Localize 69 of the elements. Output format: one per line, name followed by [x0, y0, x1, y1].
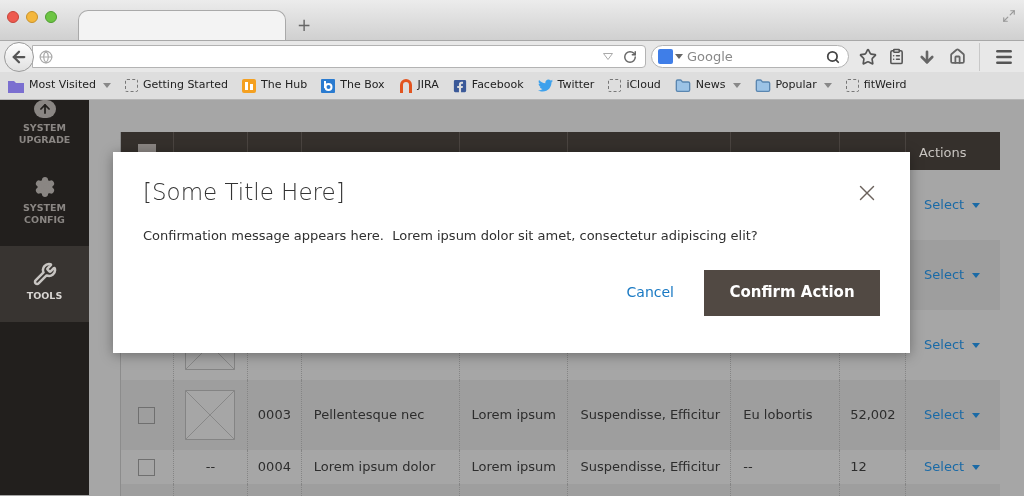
new-tab-button[interactable]: +	[297, 17, 312, 34]
star-icon[interactable]	[859, 47, 877, 66]
globe-icon	[39, 49, 53, 64]
caret-icon	[972, 342, 981, 348]
caret-icon	[675, 54, 683, 59]
table-cell-text: Pellentesque nec	[313, 406, 425, 425]
sidebar-item[interactable]: SYSTEM UPGRADE	[0, 100, 89, 152]
bookmark-item[interactable]: Most Visited	[8, 77, 111, 94]
search-field[interactable]: Google	[687, 46, 826, 67]
table-cell-text: 52,002	[850, 406, 896, 425]
bookmark-item[interactable]: The Hub	[242, 77, 308, 94]
back-button[interactable]	[4, 41, 34, 72]
dialog-title: [Some Title Here]	[143, 178, 345, 207]
table-cell-text: 12	[850, 458, 867, 477]
folder-icon	[8, 78, 24, 93]
row-checkbox[interactable]	[138, 406, 156, 424]
home-icon[interactable]	[949, 48, 966, 65]
table-cell-text: Suspendisse, Efficitur	[580, 458, 721, 477]
confirm-button[interactable]: Confirm Action	[704, 269, 880, 316]
table-cell-text: --	[743, 458, 753, 477]
caret-icon	[972, 412, 981, 418]
bookmark-item[interactable]: Getting Started	[124, 77, 228, 94]
table-cell-text: Lorem ipsum	[471, 406, 556, 425]
thumbnail-text: --	[205, 458, 216, 477]
search-box[interactable]: Google	[651, 45, 849, 68]
bookmark-item[interactable]: fitWeird	[845, 77, 907, 94]
folder-icon	[754, 77, 771, 94]
table-cell-text: 0004	[257, 458, 291, 477]
bookmark-item[interactable]: Twitter	[537, 77, 595, 94]
close-window-button[interactable]	[7, 11, 19, 23]
tools-icon	[32, 262, 57, 286]
caret-icon	[102, 83, 111, 88]
column-header[interactable]: Actions	[906, 132, 1000, 170]
box-logo-icon	[321, 78, 336, 93]
table-cell-text: Eu lobortis	[743, 406, 813, 425]
settings-icon	[33, 176, 56, 198]
table-cell-text: Suspendisse, Efficitur	[580, 406, 721, 425]
table-cell-text: 0003	[257, 406, 291, 425]
dashed-square-icon	[124, 79, 138, 92]
clipboard-icon[interactable]	[888, 48, 905, 65]
bookmark-item[interactable]: Popular	[754, 77, 832, 94]
bookmark-item[interactable]: The Box	[321, 77, 385, 94]
sidebar-item[interactable]: TOOLS	[0, 246, 89, 322]
bookmark-item[interactable]: iCloud	[608, 77, 661, 94]
caret-icon	[972, 202, 981, 208]
bookmark-item[interactable]: News	[674, 77, 741, 94]
search-icon[interactable]	[826, 49, 840, 64]
caret-icon	[732, 83, 741, 88]
dashed-square-icon	[845, 79, 859, 92]
tiles-icon	[242, 78, 256, 93]
table-cell-text: Lorem ipsum dolor	[313, 458, 436, 477]
table-cell-text: Lorem ipsum	[471, 458, 556, 477]
reload-icon[interactable]	[623, 49, 637, 64]
bird-icon	[537, 78, 553, 93]
row-checkbox[interactable]	[138, 458, 156, 476]
dialog-message: Confirmation message appears here. Lorem ipsum dolor sit amet, consectetur adipiscing elit?	[143, 227, 759, 245]
folder-icon	[674, 77, 691, 94]
facebook-icon	[452, 78, 467, 93]
image-placeholder-icon	[185, 390, 236, 440]
cancel-link[interactable]: Cancel	[626, 282, 674, 303]
dashed-square-icon	[608, 79, 622, 92]
arches-logo-icon	[398, 78, 413, 93]
sidebar-item[interactable]: SYSTEM CONFIG	[0, 152, 89, 236]
zoom-window-button[interactable]	[45, 11, 57, 23]
caret-icon	[972, 272, 981, 278]
caret-icon	[972, 464, 981, 470]
bookmark-item[interactable]: JIRA	[398, 77, 439, 94]
caret-icon	[823, 83, 832, 88]
bookmark-item[interactable]: Facebook	[452, 77, 524, 94]
